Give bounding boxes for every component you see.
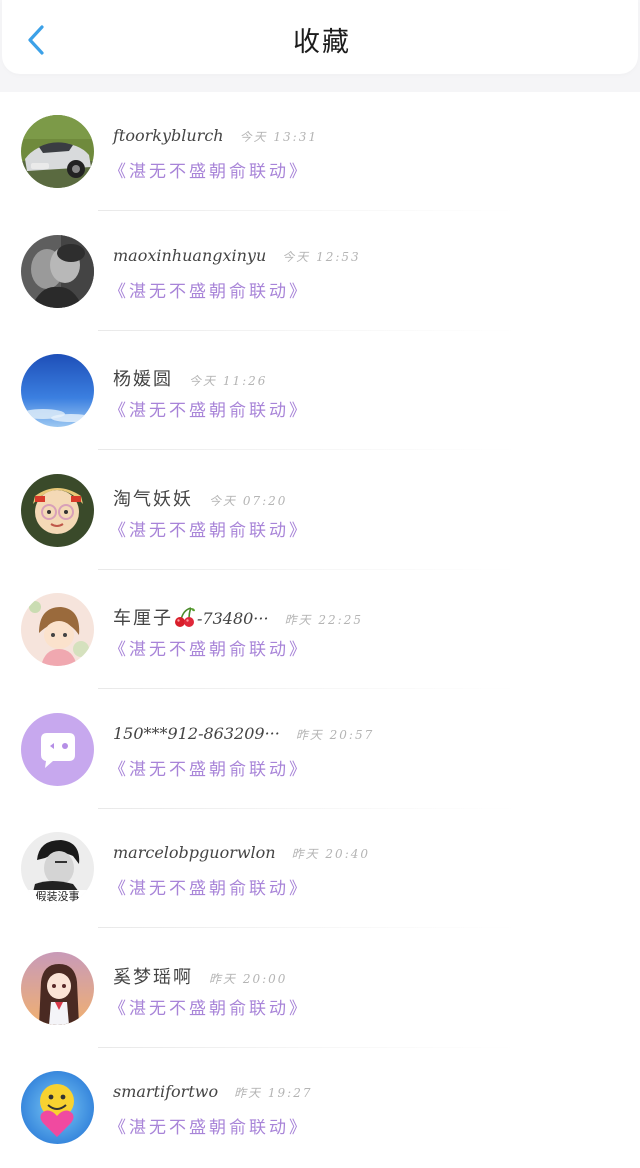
timestamp: 今天 11:26 [189, 374, 268, 388]
username: marcelobpguorwlon [113, 843, 276, 862]
item-meta: 车厘子 -73480··· 昨天 22:25 [113, 604, 363, 630]
timestamp: 今天 12:53 [282, 249, 361, 264]
item-meta: 淘气妖妖 今天 07:20 [113, 485, 287, 511]
work-title-link[interactable]: 《湛无不盛朝俞联动》 [109, 157, 309, 182]
avatar[interactable] [21, 712, 94, 786]
list-item[interactable]: 奚梦瑶啊 昨天 20:00 《湛无不盛朝俞联动》 [0, 929, 640, 1049]
list-item[interactable]: 淘气妖妖 今天 07:20 《湛无不盛朝俞联动》 [0, 451, 640, 571]
work-title-link[interactable]: 《湛无不盛朝俞联动》 [109, 277, 309, 302]
username: 150***912-863209··· [113, 723, 280, 743]
avatar[interactable] [21, 115, 94, 188]
anime-schoolgirl-avatar-icon [21, 951, 94, 1025]
smiley-heart-avatar-icon [21, 1071, 94, 1144]
work-title-link[interactable]: 《湛无不盛朝俞联动》 [109, 1113, 309, 1138]
timestamp: 昨天 20:00 [209, 971, 288, 986]
avatar[interactable] [21, 354, 94, 427]
item-meta: smartifortwo 昨天 19:27 [113, 1082, 312, 1101]
username: 淘气妖妖 [113, 488, 193, 510]
header-bar: 收藏 [0, 0, 640, 92]
work-title-link[interactable]: 《湛无不盛朝俞联动》 [109, 635, 309, 660]
timestamp: 昨天 19:27 [234, 1086, 313, 1100]
item-meta: marcelobpguorwlon 昨天 20:40 [113, 843, 370, 862]
work-title-link[interactable]: 《湛无不盛朝俞联动》 [109, 994, 309, 1019]
timestamp: 今天 13:31 [239, 130, 318, 144]
username-suffix: -73480··· [197, 609, 269, 628]
list-item[interactable]: ftoorkyblurch 今天 13:31 《湛无不盛朝俞联动》 [0, 92, 640, 212]
item-meta: maoxinhuangxinyu 今天 12:53 [113, 246, 361, 265]
timestamp: 昨天 22:25 [284, 613, 363, 627]
cartoon-girl-avatar-icon [21, 473, 94, 547]
list-item[interactable]: 假装没事 marcelobpguorwlon 昨天 20:40 《湛无不盛朝俞联动… [0, 809, 640, 929]
list-item[interactable]: 杨媛圆 今天 11:26 《湛无不盛朝俞联动》 [0, 331, 640, 451]
item-meta: 奚梦瑶啊 昨天 20:00 [113, 963, 287, 989]
username: 车厘子 [113, 608, 173, 629]
timestamp: 昨天 20:57 [295, 727, 375, 742]
item-meta: 150***912-863209··· 昨天 20:57 [113, 724, 374, 743]
list-item[interactable]: 150***912-863209··· 昨天 20:57 《湛无不盛朝俞联动》 [0, 690, 640, 810]
list-item[interactable]: smartifortwo 昨天 19:27 《湛无不盛朝俞联动》 [0, 1048, 640, 1168]
work-title-link[interactable]: 《湛无不盛朝俞联动》 [109, 874, 309, 899]
page-title: 收藏 [293, 27, 351, 58]
list-item[interactable]: 车厘子 -73480··· 昨天 22:25 《湛无不盛朝俞联动》 [0, 570, 640, 690]
work-title-link[interactable]: 《湛无不盛朝俞联动》 [109, 396, 309, 421]
avatar[interactable] [21, 593, 94, 666]
username: 杨媛圆 [113, 369, 173, 390]
cherry-emoji-icon [175, 607, 195, 627]
car-photo-avatar-icon [21, 115, 94, 188]
header-card: 收藏 [2, 0, 638, 74]
avatar[interactable]: 假装没事 [21, 832, 94, 905]
avatar[interactable] [21, 473, 94, 547]
item-meta: 杨媛圆 今天 11:26 [113, 365, 267, 391]
list-item[interactable]: maoxinhuangxinyu 今天 12:53 《湛无不盛朝俞联动》 [0, 212, 640, 332]
blue-sky-avatar-icon [21, 354, 94, 427]
username: smartifortwo [113, 1082, 219, 1101]
work-title-link[interactable]: 《湛无不盛朝俞联动》 [109, 755, 309, 780]
avatar[interactable] [21, 234, 94, 308]
avatar-caption: 假装没事 [35, 890, 80, 903]
avatar[interactable] [21, 951, 94, 1025]
anime-girl-avatar-icon [21, 593, 94, 666]
favorites-list: ftoorkyblurch 今天 13:31 《湛无不盛朝俞联动》 maoxinh… [0, 92, 640, 1168]
timestamp: 昨天 20:40 [291, 847, 371, 861]
bw-couple-avatar-icon [21, 234, 94, 308]
username: maoxinhuangxinyu [113, 245, 267, 265]
username: 奚梦瑶啊 [113, 966, 193, 988]
default-purple-avatar-icon [21, 712, 94, 786]
work-title-link[interactable]: 《湛无不盛朝俞联动》 [109, 516, 309, 541]
timestamp: 今天 07:20 [209, 493, 288, 508]
item-meta: ftoorkyblurch 今天 13:31 [113, 126, 318, 145]
username: ftoorkyblurch [113, 126, 224, 145]
avatar[interactable] [21, 1071, 94, 1144]
